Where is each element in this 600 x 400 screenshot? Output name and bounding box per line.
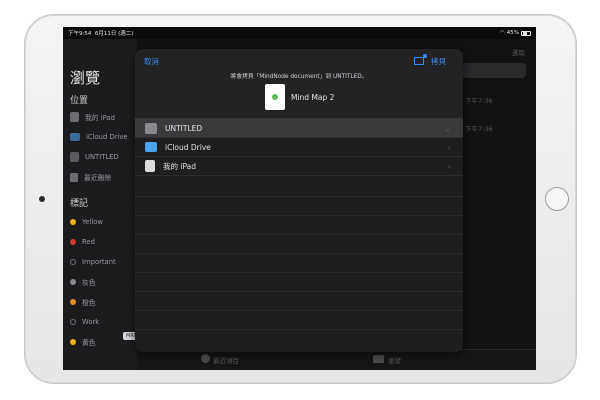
list-separator: [135, 253, 463, 254]
file-modified-time: 下午7:36: [465, 97, 493, 105]
location-label: UNTITLED: [165, 123, 203, 133]
tags-header: 標記: [70, 199, 89, 209]
location-row-icloud-drive[interactable]: iCloud Drive ›: [135, 138, 463, 157]
tab-bar: [137, 349, 536, 370]
tag-label: 黃色: [82, 339, 96, 347]
tag-color-dot-icon: [70, 299, 76, 305]
location-row-my-ipad[interactable]: 我的 iPad ›: [135, 157, 463, 176]
location-label: iCloud Drive: [165, 142, 211, 152]
list-separator: [135, 291, 463, 292]
tag-color-dot-icon: [70, 219, 76, 225]
list-separator: [135, 272, 463, 273]
chevron-right-icon: ›: [447, 142, 451, 152]
sidebar-tag-orange[interactable]: 橙色: [63, 294, 137, 310]
status-date: 6月11日 (週二): [94, 31, 134, 37]
sidebar-tag-gray[interactable]: 灰色: [63, 274, 137, 290]
icloud-icon: [145, 142, 157, 152]
tag-color-dot-icon: [70, 239, 76, 245]
usb-drive-icon: [145, 122, 157, 134]
new-folder-icon[interactable]: [414, 54, 427, 65]
search-field[interactable]: [453, 63, 526, 78]
tag-label: Yellow: [82, 218, 103, 226]
sidebar-tag-yellow[interactable]: Yellow: [63, 214, 137, 230]
sidebar-tag-work[interactable]: Work: [63, 314, 137, 330]
location-row-untitled[interactable]: UNTITLED ⌄: [135, 119, 463, 138]
tag-label: 橙色: [82, 299, 96, 307]
chevron-right-icon: ›: [447, 161, 451, 171]
sidebar-item-label: 最近刪除: [84, 174, 112, 182]
status-right: ◠ 45%: [500, 30, 531, 36]
sheet-header: 取消 拷貝 將會拷貝「MindNode document」到 UNTITLED。…: [135, 49, 463, 119]
tag-empty-ring-icon: [70, 319, 76, 325]
browse-sidebar: 瀏覽 位置 我的 iPad iCloud Drive UNTITLED 最近刪除…: [63, 39, 137, 370]
tag-empty-ring-icon: [70, 259, 76, 265]
front-camera: [39, 196, 45, 202]
status-time-date: 下午9:54 6月11日 (週二): [68, 29, 133, 37]
cancel-button[interactable]: 取消: [144, 56, 159, 67]
location-label: 我的 iPad: [163, 161, 197, 171]
sidebar-item-label: 我的 iPad: [85, 114, 115, 122]
document-name: Mind Map 2: [291, 93, 335, 102]
tag-label: 灰色: [82, 279, 96, 287]
chevron-down-icon: ⌄: [444, 123, 451, 133]
tag-label: Work: [82, 318, 100, 326]
list-separator: [135, 234, 463, 235]
list-separator: [135, 196, 463, 197]
sidebar-title: 瀏覽: [70, 69, 101, 87]
select-button[interactable]: 選取: [512, 47, 525, 57]
sidebar-tag-red[interactable]: Red: [63, 234, 137, 250]
tag-color-dot-icon: [70, 339, 76, 345]
tag-label: Important: [82, 258, 116, 266]
trash-icon: [70, 172, 78, 182]
list-separator: [135, 329, 463, 330]
battery-percent: 45%: [506, 30, 519, 36]
sidebar-item-icloud-drive[interactable]: iCloud Drive: [63, 129, 137, 145]
list-separator: [135, 310, 463, 311]
tab-recents[interactable]: 最近項目: [213, 355, 239, 365]
tag-label: Red: [82, 238, 95, 246]
status-time: 下午9:54: [68, 31, 92, 37]
sidebar-item-my-ipad[interactable]: 我的 iPad: [63, 109, 137, 125]
battery-icon: [521, 30, 531, 36]
ipad-screen: 下午9:54 6月11日 (週二) ◠ 45% 瀏覽 位置 我的 iPad iC…: [63, 27, 536, 370]
sidebar-item-recently-deleted[interactable]: 最近刪除: [63, 169, 137, 185]
sidebar-item-untitled[interactable]: UNTITLED: [63, 149, 137, 165]
sidebar-item-label: UNTITLED: [85, 153, 119, 161]
clock-icon[interactable]: [201, 354, 210, 363]
file-modified-time: 下午7:36: [465, 125, 493, 133]
copy-destination-message: 將會拷貝「MindNode document」到 UNTITLED。: [230, 74, 368, 80]
usb-drive-icon: [70, 152, 79, 162]
list-separator: [135, 215, 463, 216]
tag-color-dot-icon: [70, 279, 76, 285]
wifi-icon: ◠: [499, 30, 505, 36]
folder-icon[interactable]: [373, 355, 384, 363]
home-button[interactable]: [545, 187, 569, 211]
tab-browse[interactable]: 瀏覽: [388, 355, 401, 365]
ipad-icon: [145, 160, 155, 172]
mindnode-document-thumbnail: [265, 84, 285, 110]
ipad-icon: [70, 112, 79, 122]
copy-destination-sheet: 取消 拷貝 將會拷貝「MindNode document」到 UNTITLED。…: [135, 49, 463, 352]
copy-button[interactable]: 拷貝: [431, 56, 446, 67]
sidebar-item-label: iCloud Drive: [86, 133, 128, 141]
status-bar: 下午9:54 6月11日 (週二) ◠ 45%: [63, 27, 536, 39]
sidebar-tag-important[interactable]: Important: [63, 254, 137, 270]
locations-header: 位置: [70, 96, 89, 106]
icloud-icon: [70, 133, 80, 141]
